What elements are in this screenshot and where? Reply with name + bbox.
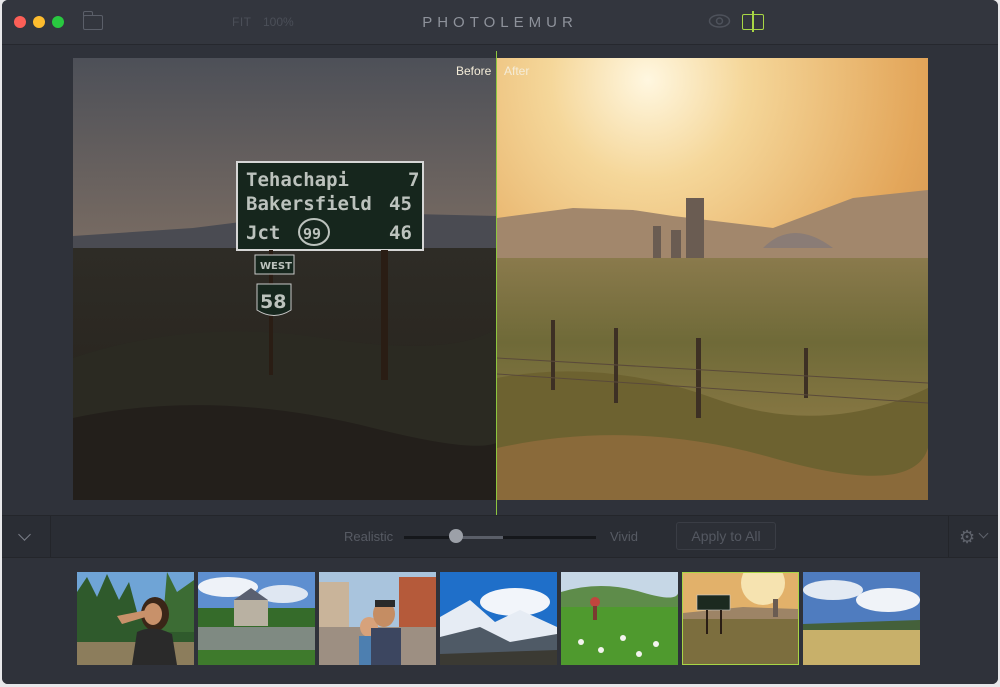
split-view-icon[interactable] [742, 11, 764, 32]
comparison-photo[interactable]: Tehachapi 7 Bakersfield 45 Jct 99 46 WES… [73, 58, 928, 500]
svg-text:Tehachapi: Tehachapi [246, 169, 349, 191]
chevron-down-icon[interactable] [2, 516, 51, 557]
title-bar: FIT 100% PHOTOLEMUR [2, 0, 998, 45]
photo-viewer: Tehachapi 7 Bakersfield 45 Jct 99 46 WES… [2, 45, 998, 515]
caret-down-icon [978, 528, 989, 539]
before-after-divider-handle[interactable] [496, 51, 497, 515]
realistic-label: Realistic [344, 529, 394, 544]
gear-icon: ⚙ [959, 527, 976, 547]
filmstrip-thumbnail-selected[interactable] [682, 572, 799, 665]
settings-menu-button[interactable]: ⚙ [948, 516, 998, 557]
filmstrip-thumbnail[interactable] [803, 572, 920, 665]
app-window: FIT 100% PHOTOLEMUR Tehachapi 7 Bakersfi… [2, 0, 998, 684]
vivid-label: Vivid [610, 529, 638, 544]
svg-text:58: 58 [260, 291, 286, 313]
apply-to-all-button[interactable]: Apply to All [676, 522, 776, 550]
svg-text:Jct: Jct [246, 222, 280, 244]
style-slider-thumb[interactable] [449, 529, 463, 543]
eye-icon[interactable] [708, 13, 731, 29]
after-label: After [504, 64, 530, 78]
filmstrip-thumbnail[interactable] [198, 572, 315, 665]
filmstrip-thumbnail[interactable] [319, 572, 436, 665]
enhancement-controls: Realistic Vivid Apply to All ⚙ [2, 515, 998, 558]
style-slider-track[interactable] [404, 536, 596, 539]
filmstrip [2, 558, 998, 684]
svg-text:Bakersfield: Bakersfield [246, 193, 372, 215]
svg-text:46: 46 [389, 222, 412, 244]
svg-text:7: 7 [408, 169, 419, 191]
filmstrip-thumbnail[interactable] [440, 572, 557, 665]
filmstrip-thumbnail[interactable] [561, 572, 678, 665]
app-title: PHOTOLEMUR [422, 14, 578, 31]
svg-text:45: 45 [389, 193, 412, 215]
svg-text:99: 99 [303, 225, 321, 243]
before-label: Before [456, 64, 492, 78]
svg-text:WEST: WEST [260, 261, 292, 272]
filmstrip-thumbnail[interactable] [77, 572, 194, 665]
